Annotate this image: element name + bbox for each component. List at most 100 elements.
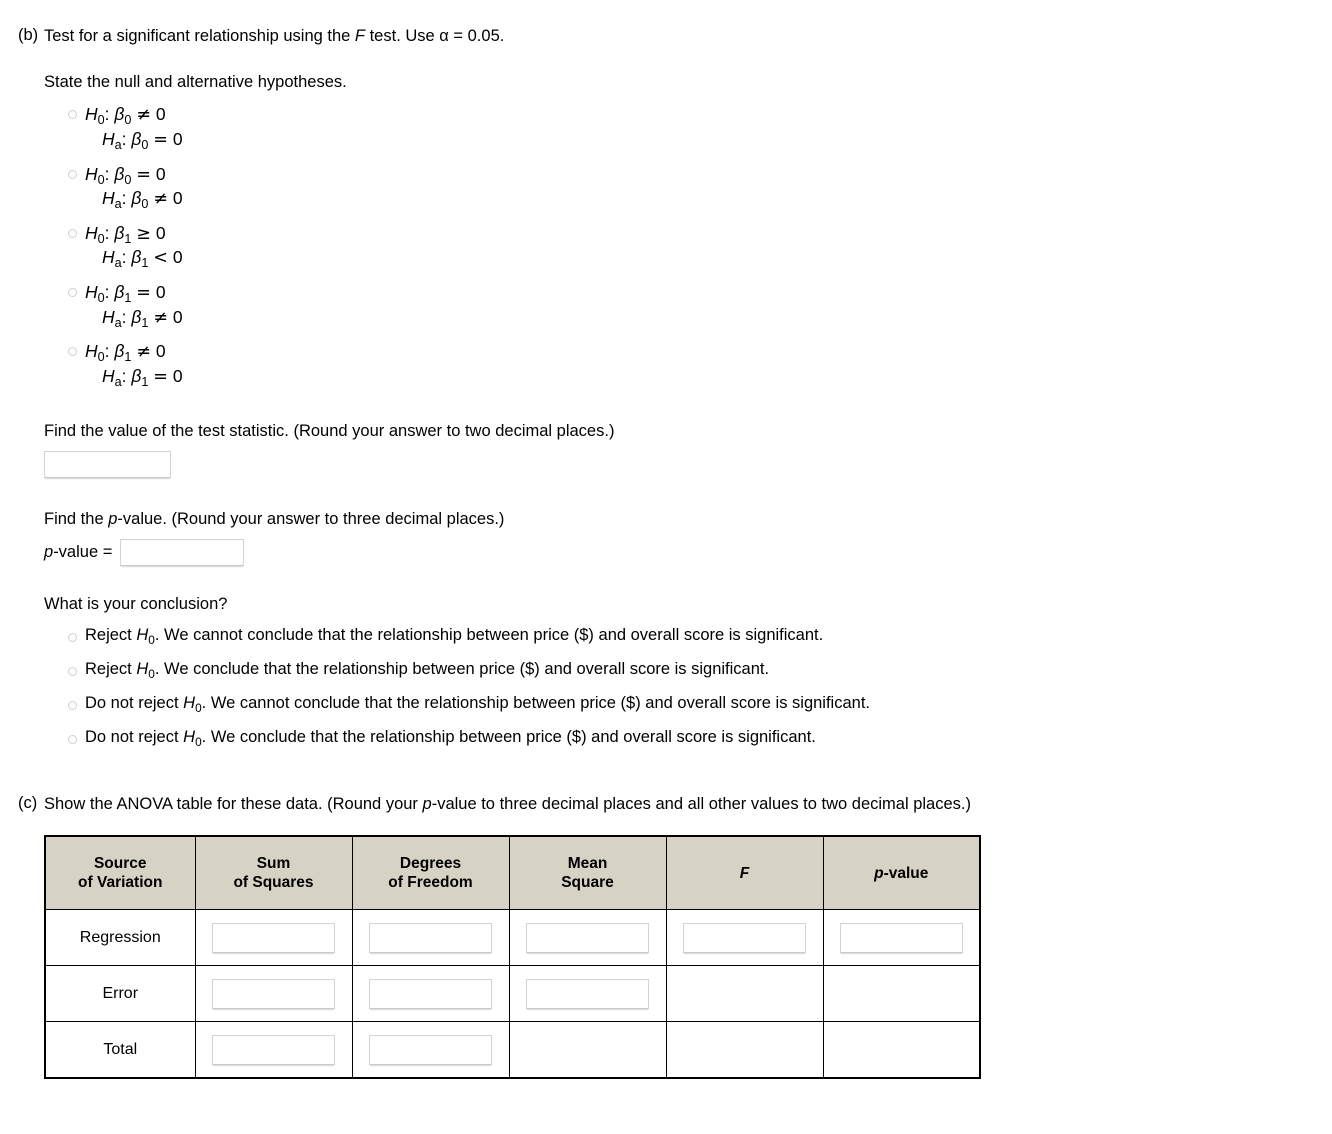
h-subscript: 0 <box>148 633 155 648</box>
input-regression-degrees-of-freedom[interactable] <box>369 922 492 953</box>
radio-icon[interactable] <box>68 667 77 677</box>
relation-symbol: = <box>153 129 168 150</box>
header-line-1: Mean <box>567 854 608 872</box>
input-total-sum-of-squares[interactable] <box>212 1034 335 1065</box>
colon: : <box>121 247 132 268</box>
header-degrees-of-freedom: Degrees of Freedom <box>351 835 510 911</box>
test-statistic-input-wrap <box>44 451 1332 479</box>
h-letter: H <box>85 163 98 184</box>
anova-table: Source of Variation Sum of Squares Degre… <box>44 835 981 1080</box>
radio-icon[interactable] <box>68 228 77 238</box>
row-label-total: Total <box>44 1021 196 1079</box>
part-c-label: (c) <box>18 793 38 812</box>
table-row: Error <box>44 965 981 1023</box>
row-label-error: Error <box>44 965 196 1023</box>
hypothesis-option-text: H0: β0 = 0 Ha: β0 ≠ 0 <box>85 163 1332 212</box>
test-statistic-input[interactable] <box>44 451 171 479</box>
cell-error-f-empty <box>665 965 824 1023</box>
relation-value: 0 <box>172 306 183 327</box>
input-error-sum-of-squares[interactable] <box>212 978 335 1009</box>
h-subscript: a <box>114 315 122 330</box>
h-letter: H <box>85 222 98 243</box>
part-c-prompt-post: -value to three decimal places and all o… <box>431 794 971 813</box>
header-f: F <box>665 835 824 911</box>
radio-icon[interactable] <box>68 700 77 710</box>
pvalue-prompt-pre: Find the <box>44 510 109 529</box>
hypothesis-option-text: H0: β1 = 0 Ha: β1 ≠ 0 <box>85 281 1332 330</box>
cell-error-p-value-empty <box>822 965 981 1023</box>
relation-symbol: ≥ <box>136 223 151 244</box>
radio-icon[interactable] <box>68 347 77 357</box>
radio-icon[interactable] <box>68 169 77 179</box>
header-line-2: of Variation <box>78 874 163 892</box>
cell-regression-p-value <box>822 909 981 967</box>
h-subscript: 0 <box>195 734 202 749</box>
input-regression-p-value[interactable] <box>839 922 963 953</box>
header-line-2: Square <box>561 874 614 892</box>
part-c-prompt: Show the ANOVA table for these data. (Ro… <box>44 794 1332 815</box>
radio-icon[interactable] <box>68 288 77 297</box>
colon: : <box>104 282 115 302</box>
beta-subscript: 1 <box>124 350 132 365</box>
cell-error-degrees-of-freedom <box>351 965 510 1023</box>
input-regression-f[interactable] <box>683 922 806 953</box>
h-subscript: 0 <box>97 350 105 365</box>
cell-regression-mean-square <box>508 909 667 967</box>
conclusion-post: . We cannot conclude that the relationsh… <box>201 693 870 712</box>
radio-icon[interactable] <box>68 110 77 120</box>
header-line-1: Source <box>93 854 147 872</box>
conclusion-pre: Reject <box>85 660 137 679</box>
header-source-of-variation: Source of Variation <box>44 835 196 911</box>
pvalue-label: p-value = <box>44 542 112 563</box>
relation-value: 0 <box>172 365 183 386</box>
conclusion-option[interactable]: Do not reject H0. We conclude that the r… <box>68 728 1332 749</box>
h-subscript: a <box>114 374 122 389</box>
h-subscript: a <box>114 197 122 212</box>
relation-symbol: = <box>136 283 151 303</box>
hypothesis-option[interactable]: H0: β1 = 0 Ha: β1 ≠ 0 <box>68 281 1332 330</box>
hypothesis-option[interactable]: H0: β1 ≥ 0 Ha: β1 < 0 <box>68 222 1332 271</box>
relation-value: 0 <box>155 163 166 184</box>
header-line-1: p-value <box>874 864 929 882</box>
h-subscript: 0 <box>195 700 202 715</box>
input-regression-mean-square[interactable] <box>526 922 649 953</box>
h-letter: H <box>102 188 115 209</box>
hypothesis-option[interactable]: H0: β1 ≠ 0 Ha: β1 = 0 <box>68 340 1332 389</box>
h-letter: H <box>183 693 196 712</box>
h-letter: H <box>136 626 149 645</box>
hypothesis-option-list: H0: β0 ≠ 0 Ha: β0 = 0 H0: β0 = 0 Ha: β0 … <box>68 103 1332 389</box>
p-italic: p <box>874 864 884 882</box>
hypothesis-alt-line: Ha: β0 = 0 <box>85 128 1332 153</box>
relation-symbol: ≠ <box>136 342 151 363</box>
h-letter: H <box>85 104 98 125</box>
hypothesis-option-text: H0: β1 ≥ 0 Ha: β1 < 0 <box>85 222 1332 271</box>
pvalue-input[interactable] <box>120 538 245 566</box>
hypothesis-alt-line: Ha: β1 < 0 <box>85 246 1332 271</box>
conclusion-option[interactable]: Reject H0. We conclude that the relation… <box>68 660 1332 681</box>
input-regression-sum-of-squares[interactable] <box>212 922 335 953</box>
pvalue-input-row: p-value = <box>44 538 1332 566</box>
conclusion-option[interactable]: Do not reject H0. We cannot conclude tha… <box>68 693 1332 715</box>
input-total-degrees-of-freedom[interactable] <box>369 1034 492 1065</box>
conclusion-option-text: Reject H0. We conclude that the relation… <box>85 660 1332 681</box>
conclusion-post: . We conclude that the relationship betw… <box>154 660 770 679</box>
hypothesis-option[interactable]: H0: β0 = 0 Ha: β0 ≠ 0 <box>68 163 1332 212</box>
part-c-prompt-pre: Show the ANOVA table for these data. (Ro… <box>44 794 423 813</box>
h-subscript: 0 <box>97 113 105 128</box>
hypothesis-alt-line: Ha: β0 ≠ 0 <box>85 187 1332 212</box>
part-c: (c) Show the ANOVA table for these data.… <box>0 794 1332 1080</box>
h-subscript: a <box>114 137 122 152</box>
beta-symbol: β <box>131 365 142 386</box>
header-line-1: F <box>739 864 750 882</box>
input-error-mean-square[interactable] <box>526 978 649 1009</box>
input-error-degrees-of-freedom[interactable] <box>369 978 492 1009</box>
h-letter: H <box>102 306 115 327</box>
radio-icon[interactable] <box>68 734 77 744</box>
table-row: Regression <box>44 909 981 967</box>
pvalue-label-rest: -value = <box>53 542 113 561</box>
radio-icon[interactable] <box>68 633 77 643</box>
hypothesis-option[interactable]: H0: β0 ≠ 0 Ha: β0 = 0 <box>68 103 1332 152</box>
relation-value: 0 <box>155 282 166 302</box>
conclusion-option[interactable]: Reject H0. We cannot conclude that the r… <box>68 626 1332 648</box>
relation-symbol: < <box>153 248 168 269</box>
